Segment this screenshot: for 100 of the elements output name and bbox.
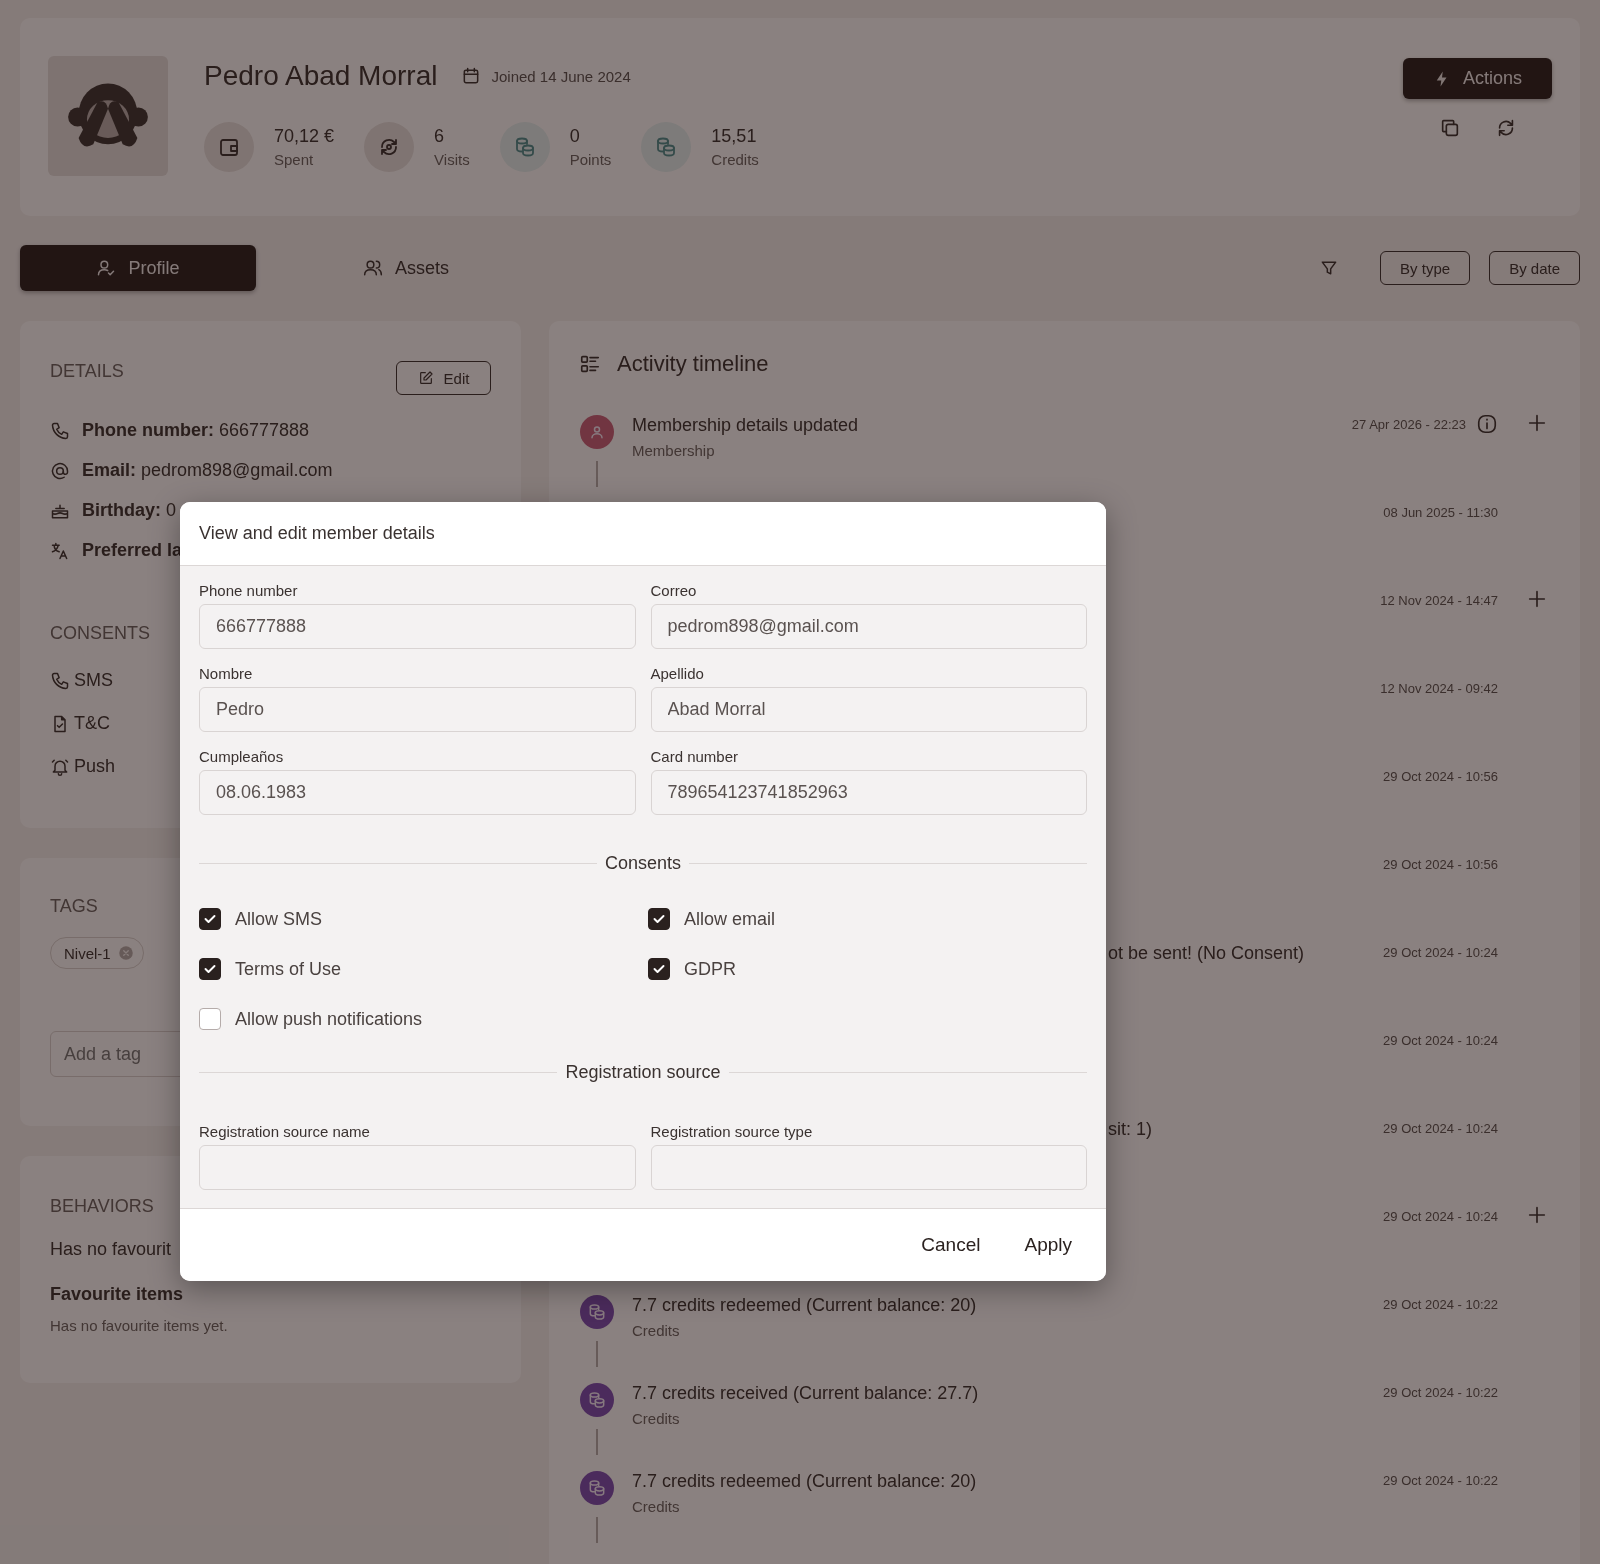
refresh-icon [364,122,415,172]
detail-text: Email: pedrom898@gmail.com [82,460,333,482]
field-label: Apellido [650,665,705,682]
member-name: Pedro Abad Morral [204,60,438,92]
stat-label: Points [569,151,612,168]
event-date: 29 Oct 2024 - 10:22 [1383,1472,1498,1488]
event-title: sit: 1) [1108,1119,1153,1140]
plus-icon[interactable] [1526,588,1548,610]
input-field[interactable]: Abad Morral [650,687,1087,732]
stat-value: 70,12 € [274,126,335,147]
event-title: 7.7 credits redeemed (Current balance: 20) [632,1471,978,1492]
event-date: 29 Oct 2024 - 10:24 [1383,1120,1498,1136]
field-label: Registration source type [650,1123,814,1140]
checkbox-label: Allow SMS [235,908,323,930]
event-date: 27 Apr 2026 - 22:23 [1351,416,1466,432]
stat-label: Credits [711,151,759,168]
field-label: Correo [650,582,698,599]
timeline-title: Activity timeline [617,351,769,377]
checkbox-label: Allow email [684,908,776,930]
field-label: Registration source name [199,1123,371,1140]
consent-label: T&C [74,713,110,735]
actions-button[interactable]: Actions [1403,58,1552,99]
event-category: Credits [632,1498,681,1515]
checkbox[interactable] [648,908,670,930]
event-date: 29 Oct 2024 - 10:24 [1383,1208,1498,1224]
consent-label: Push [74,756,116,778]
field-label: Nombre [199,665,254,682]
plus-icon[interactable] [1526,412,1548,434]
checkbox[interactable] [199,908,221,930]
user-check-icon [96,258,117,278]
checkbox[interactable] [199,1008,221,1030]
cancel-button[interactable]: Cancel [905,1226,997,1264]
behavior-text: Has no favourit [50,1239,173,1260]
favourite-items-heading: Favourite items [50,1284,185,1305]
checkbox-label: GDPR [684,958,736,980]
input-field[interactable]: 789654123741852963 [650,770,1087,815]
coins-icon [580,1295,614,1329]
tab[interactable]: Profile [20,245,256,291]
favourite-items-text: Has no favourite items yet. [50,1317,229,1334]
input-field[interactable]: 08.06.1983 [199,770,636,815]
event-date: 29 Oct 2024 - 10:24 [1383,1032,1498,1048]
checkbox-label: Terms of Use [235,958,342,980]
event-title: ot be sent! (No Consent) [1108,943,1306,964]
field-label: Card number [650,748,740,765]
edit-button[interactable]: Edit [396,361,491,395]
coins-icon [499,122,550,172]
filter-button[interactable]: By type [1380,251,1471,285]
wallet-icon [204,122,254,172]
section-heading: BEHAVIORS [50,1196,154,1217]
section-heading: DETAILS [50,361,124,382]
checkbox[interactable] [648,958,670,980]
event-title: Membership details updated [632,415,860,436]
stat-label: Visits [434,151,470,168]
person-icon [580,415,614,449]
detail-text: Birthday: 0 [82,500,177,522]
event-title: 7.7 credits received (Current balance: 27.7) [632,1383,980,1404]
event-category: Credits [632,1410,681,1427]
stat-value: 0 [569,126,581,147]
field-label: Phone number [199,582,299,599]
at-sign-icon [50,460,70,481]
event-category: Membership [632,442,716,459]
checkbox[interactable] [199,958,221,980]
input-field[interactable]: 666777888 [199,604,636,649]
list-icon [579,353,601,375]
stat-label: Spent [274,151,315,168]
section-heading: Consents [605,853,682,874]
section-heading: Registration source [565,1062,721,1083]
event-date: 29 Oct 2024 - 10:56 [1383,768,1498,784]
filter-button[interactable]: By date [1489,251,1580,285]
section-heading: TAGS [50,896,98,917]
consent-label: SMS [74,670,113,692]
coins-icon [580,1383,614,1417]
event-date: 29 Oct 2024 - 10:22 [1383,1384,1498,1400]
checkbox-label: Allow push notifications [235,1008,423,1030]
stat-value: 6 [434,126,446,147]
event-date: 12 Nov 2024 - 09:42 [1380,680,1498,696]
event-date: 29 Oct 2024 - 10:24 [1383,944,1498,960]
input-field[interactable]: Pedro [199,687,636,732]
coins-icon [580,1471,614,1505]
input-field[interactable] [650,1145,1087,1190]
input-field[interactable] [199,1145,636,1190]
input-field[interactable]: pedrom898@gmail.com [650,604,1087,649]
event-category: Credits [632,1322,681,1339]
joined-date: Joined 14 June 2024 [491,67,631,85]
section-heading: CONSENTS [50,622,150,644]
info-icon[interactable] [1476,413,1498,435]
pencil-icon [417,370,434,386]
event-date: 29 Oct 2024 - 10:22 [1383,1296,1498,1312]
apply-button[interactable]: Apply [1008,1226,1088,1264]
phone-icon [50,670,70,691]
event-date: 12 Nov 2024 - 14:47 [1380,592,1498,608]
stat-value: 15,51 [711,126,758,147]
detail-text: Phone number: 666777888 [82,420,310,442]
plus-icon[interactable] [1526,1204,1548,1226]
field-label: Cumpleaños [199,748,285,765]
tab[interactable]: Assets [288,245,524,291]
event-date: 29 Oct 2024 - 10:56 [1383,856,1498,872]
phone-icon [50,420,70,441]
tag-label: Nivel-1 [64,944,111,962]
users-icon [363,258,383,278]
